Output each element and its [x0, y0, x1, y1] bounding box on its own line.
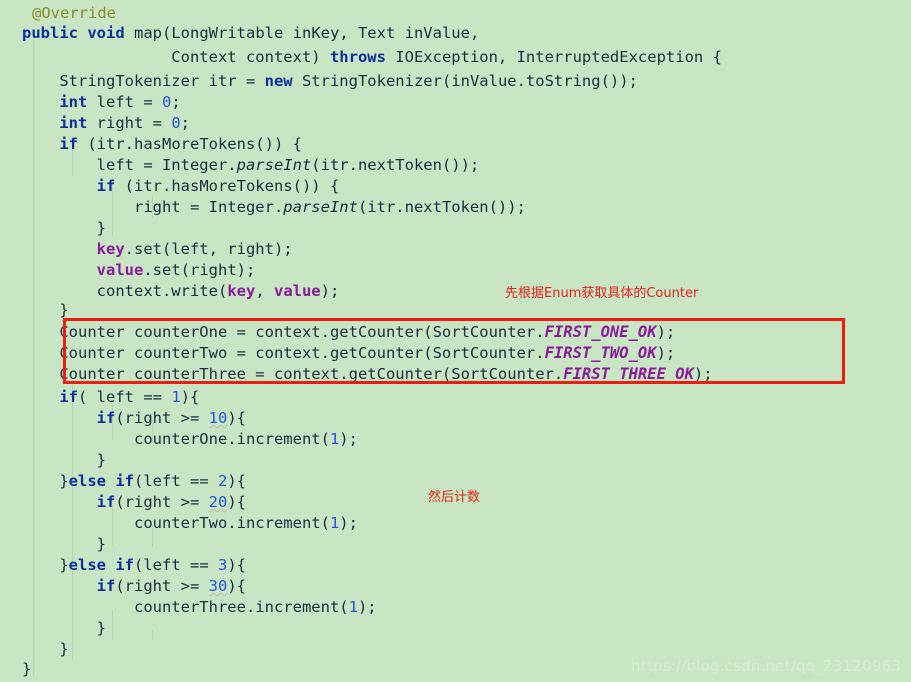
code-line: StringTokenizer itr = new StringTokenize…	[22, 72, 638, 90]
code-line: right = Integer.parseInt(itr.nextToken()…	[22, 198, 526, 216]
code-editor-content[interactable]: @Override public void map(LongWritable i…	[0, 0, 911, 682]
code-line: int left = 0;	[59, 93, 181, 111]
code-line: if (itr.hasMoreTokens()) {	[96, 177, 340, 195]
code-line: key.set(left, right);	[96, 240, 293, 258]
code-line: }	[22, 660, 32, 678]
code-line: context.write(key, value);	[22, 282, 340, 300]
code-line: }	[22, 301, 69, 319]
code-line: value.set(right);	[96, 261, 256, 279]
code-line: int right = 0;	[59, 114, 191, 132]
code-line: }	[22, 619, 106, 637]
watermark: https://blog.csdn.net/qq_23120963	[631, 657, 901, 675]
code-line: }	[22, 219, 106, 237]
code-line: if(right >= 10){	[96, 409, 246, 427]
code-line: counterThree.increment(1);	[22, 598, 377, 616]
code-line: Counter counterOne = context.getCounter(…	[22, 323, 676, 341]
code-line: }else if(left == 2){	[22, 472, 247, 490]
code-screenshot: @Override public void map(LongWritable i…	[0, 0, 911, 682]
code-line: Context context) throws IOException, Int…	[22, 48, 722, 66]
code-line: public void map(LongWritable inKey, Text…	[22, 24, 480, 42]
code-line: counterOne.increment(1);	[22, 430, 358, 448]
annotation-enum: 先根据Enum获取具体的Counter	[505, 286, 699, 301]
code-line: @Override	[32, 3, 116, 23]
code-line: if (itr.hasMoreTokens()) {	[59, 135, 302, 153]
code-line: left = Integer.parseInt(itr.nextToken())…	[22, 156, 480, 174]
code-line: counterTwo.increment(1);	[22, 514, 358, 532]
code-line: Counter counterTwo = context.getCounter(…	[22, 344, 676, 362]
code-line: }	[22, 535, 106, 553]
code-line: if( left == 1){	[59, 388, 200, 406]
annotation-count: 然后计数	[428, 490, 481, 505]
annotation-override: @Override	[32, 4, 116, 22]
code-line: }else if(left == 3){	[22, 556, 247, 574]
code-line: if(right >= 20){	[96, 493, 246, 511]
code-line: }	[22, 451, 106, 469]
code-line: }	[22, 640, 69, 658]
code-line: if(right >= 30){	[96, 577, 246, 595]
code-line: Counter counterThree = context.getCounte…	[22, 365, 713, 383]
